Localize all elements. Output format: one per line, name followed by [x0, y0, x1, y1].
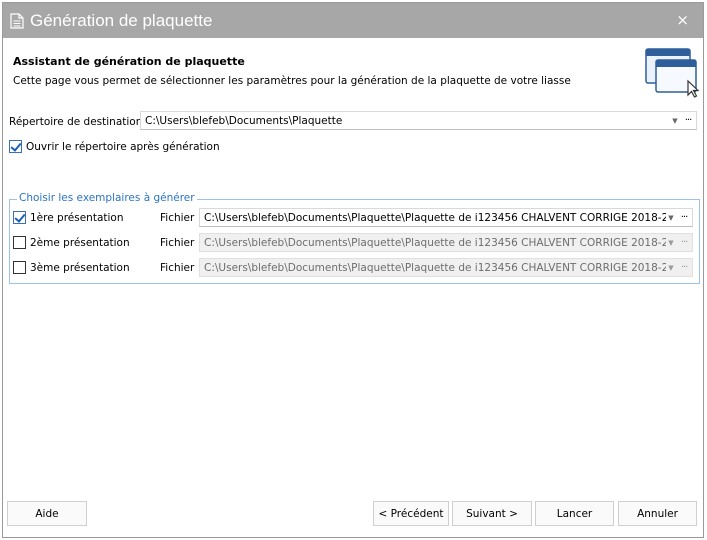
copy-2-label: 2ème présentation — [30, 236, 130, 249]
browse-button[interactable]: ··· — [676, 212, 692, 223]
copy-1-label: 1ère présentation — [30, 211, 124, 224]
copy-3-path: C:\Users\blefeb\Documents\Plaquette\Plaq… — [204, 261, 666, 274]
copy-1-file-combo[interactable]: C:\Users\blefeb\Documents\Plaquette\Plaq… — [199, 208, 693, 227]
chevron-down-icon: ▼ — [668, 263, 674, 272]
copy-3-file-combo: C:\Users\blefeb\Documents\Plaquette\Plaq… — [199, 258, 693, 277]
next-button[interactable]: Suivant > — [452, 501, 532, 526]
open-after-checkbox[interactable] — [9, 140, 22, 153]
browse-button: ··· — [680, 262, 689, 273]
generation-dialog: Génération de plaquette × Assistant de g… — [2, 2, 704, 538]
help-button[interactable]: Aide — [7, 501, 87, 526]
browse-button[interactable]: ··· — [680, 115, 696, 126]
copy-row-3[interactable]: 3ème présentation — [13, 261, 130, 274]
chevron-down-icon[interactable]: ▼ — [670, 117, 680, 125]
open-after-label: Ouvrir le répertoire après génération — [26, 140, 220, 153]
previous-button[interactable]: < Précédent — [373, 501, 449, 526]
chevron-down-icon[interactable]: ▼ — [666, 214, 676, 222]
file-label: Fichier — [160, 212, 195, 224]
copy-1-path: C:\Users\blefeb\Documents\Plaquette\Plaq… — [204, 211, 666, 224]
window-title: Génération de plaquette — [30, 10, 213, 30]
run-button[interactable]: Lancer — [535, 501, 614, 526]
close-icon[interactable]: × — [676, 11, 689, 29]
copy-row-2[interactable]: 2ème présentation — [13, 236, 130, 249]
wizard-title: Assistant de génération de plaquette — [13, 55, 245, 68]
file-label: Fichier — [160, 237, 195, 249]
title-bar: Génération de plaquette × — [3, 3, 703, 38]
open-after-option[interactable]: Ouvrir le répertoire après génération — [9, 140, 220, 153]
copy-row-1[interactable]: 1ère présentation — [13, 211, 124, 224]
copies-legend: Choisir les exemplaires à générer — [17, 192, 197, 204]
browse-button: ··· — [680, 237, 689, 248]
copy-3-checkbox[interactable] — [13, 261, 26, 274]
copy-2-file-combo: C:\Users\blefeb\Documents\Plaquette\Plaq… — [199, 233, 693, 252]
copy-1-checkbox[interactable] — [13, 211, 26, 224]
copy-2-checkbox[interactable] — [13, 236, 26, 249]
cancel-button[interactable]: Annuler — [618, 501, 697, 526]
chevron-down-icon: ▼ — [668, 238, 674, 247]
wizard-subtitle: Cette page vous permet de sélectionner l… — [13, 75, 571, 87]
destination-label: Répertoire de destination — [9, 116, 143, 128]
copy-2-path: C:\Users\blefeb\Documents\Plaquette\Plaq… — [204, 236, 666, 249]
copy-3-label: 3ème présentation — [30, 261, 130, 274]
window-cursor-icon — [645, 48, 700, 98]
destination-value: C:\Users\blefeb\Documents\Plaquette — [145, 114, 343, 127]
document-icon — [10, 12, 24, 29]
destination-combo[interactable]: C:\Users\blefeb\Documents\Plaquette ▼ ··… — [140, 111, 697, 130]
file-label: Fichier — [160, 262, 195, 274]
